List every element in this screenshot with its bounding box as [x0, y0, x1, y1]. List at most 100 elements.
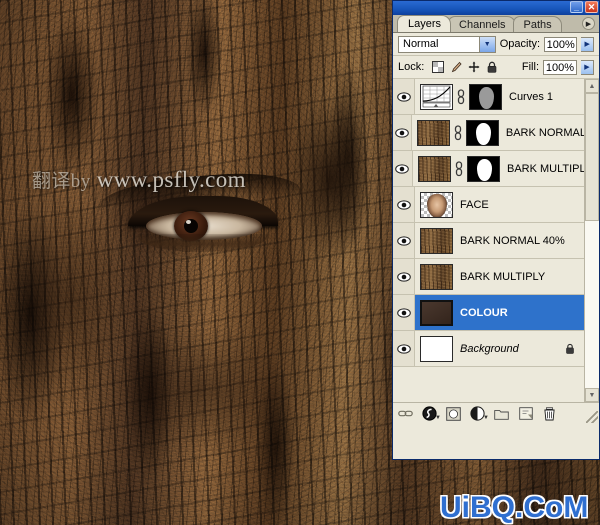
scroll-down-arrow-icon[interactable]: ▼ [585, 388, 599, 402]
table-row[interactable]: COLOUR [393, 295, 584, 331]
adjustment-dropdown-arrow-icon[interactable]: ▼ [483, 415, 489, 421]
fill-slider-arrow-icon[interactable]: ▶ [581, 60, 594, 75]
eye-icon [397, 308, 411, 318]
eye-icon [397, 272, 411, 282]
layer-name[interactable]: Curves 1 [509, 91, 553, 103]
layer-mask-icon[interactable] [446, 406, 461, 421]
panel-resize-grip[interactable] [586, 411, 598, 423]
layer-name[interactable]: BARK NORMAL 40% [460, 235, 565, 247]
link-icon[interactable] [454, 161, 464, 177]
panel-titlebar[interactable]: _ ✕ [393, 1, 599, 15]
lock-image-pixels-icon[interactable] [450, 61, 462, 73]
layer-visibility-toggle[interactable] [393, 331, 415, 366]
lock-label: Lock: [398, 61, 424, 73]
layer-thumbnail[interactable] [418, 156, 451, 182]
layer-visibility-toggle[interactable] [393, 151, 413, 186]
table-row[interactable]: BARK MULTIPLY [393, 151, 584, 187]
layer-visibility-toggle[interactable] [393, 115, 412, 150]
layer-name[interactable]: COLOUR [460, 307, 508, 319]
table-row[interactable]: BARK NORMAL 40% [393, 223, 584, 259]
lock-transparency-icon[interactable] [432, 61, 444, 73]
mask-face-shape [477, 159, 492, 181]
layer-name[interactable]: BARK MULTIPLY [507, 163, 584, 175]
new-layer-icon[interactable] [518, 406, 533, 421]
new-group-folder-icon[interactable] [494, 406, 509, 421]
layer-name[interactable]: BARK NORMAL ... [506, 127, 584, 139]
panel-menu-icon[interactable]: ▶ [582, 17, 595, 30]
delete-layer-trash-icon[interactable] [542, 406, 557, 421]
lock-fill-row: Lock: Fill: 100% ▶ [393, 56, 599, 79]
fx-dropdown-arrow-icon[interactable]: ▼ [435, 415, 441, 421]
lock-position-icon[interactable] [468, 61, 480, 73]
layer-thumbnail[interactable] [420, 336, 453, 362]
eye-icon [397, 236, 411, 246]
layer-thumbnail[interactable] [420, 300, 453, 326]
eye-icon [395, 164, 409, 174]
titlebar-buttons: _ ✕ [570, 1, 598, 13]
eye-icon [397, 200, 411, 210]
table-row[interactable]: Background [393, 331, 584, 367]
table-row[interactable]: Curves 1 [393, 79, 584, 115]
fill-label: Fill: [522, 61, 539, 73]
layer-style-fx-icon[interactable]: ▼ [422, 406, 437, 421]
minimize-button[interactable]: _ [570, 1, 583, 13]
link-icon[interactable] [456, 89, 466, 105]
face-photo-thumb [427, 194, 447, 218]
tab-channels[interactable]: Channels [448, 16, 515, 32]
chevron-down-icon[interactable]: ▼ [479, 37, 495, 52]
layers-panel-toolbar: ▼ ▼ [393, 402, 599, 424]
scrollbar-track[interactable] [585, 93, 599, 388]
watermark-psfly-url: www.psfly.com [97, 167, 246, 192]
layer-name[interactable]: BARK MULTIPLY [460, 271, 545, 283]
layer-mask-thumbnail[interactable] [467, 156, 500, 182]
mask-face-shape [476, 123, 491, 145]
link-icon[interactable] [453, 125, 463, 141]
blend-opacity-row: Normal ▼ Opacity: 100% ▶ [393, 33, 599, 56]
lock-icon-group [432, 61, 498, 73]
opacity-label: Opacity: [500, 38, 540, 50]
layers-list: Curves 1 BARK NORMAL ... BAR [393, 79, 584, 402]
panel-tabstrip: Layers Channels Paths ▶ [393, 15, 599, 33]
table-row[interactable]: FACE [393, 187, 584, 223]
blend-mode-value: Normal [403, 38, 438, 50]
watermark-psfly-cn: 翻译by [32, 171, 91, 192]
layer-thumbnail[interactable] [417, 120, 450, 146]
lock-all-icon[interactable] [486, 61, 498, 73]
layer-visibility-toggle[interactable] [393, 187, 415, 222]
layer-name[interactable]: FACE [460, 199, 489, 211]
close-button[interactable]: ✕ [585, 1, 598, 13]
fill-value[interactable]: 100% [543, 60, 577, 75]
mask-face-shape [479, 87, 494, 109]
layer-mask-thumbnail[interactable] [469, 84, 502, 110]
adjustment-layer-icon[interactable]: ▼ [470, 406, 485, 421]
eye-icon [395, 128, 409, 138]
layer-visibility-toggle[interactable] [393, 295, 415, 330]
layer-visibility-toggle[interactable] [393, 79, 415, 114]
layer-thumbnail[interactable] [420, 228, 453, 254]
layer-locked-icon [565, 343, 575, 355]
layers-scrollbar[interactable]: ▲ ▼ [584, 79, 599, 402]
eye-icon [397, 344, 411, 354]
tab-paths[interactable]: Paths [513, 16, 562, 32]
layer-name[interactable]: Background [460, 343, 519, 355]
table-row[interactable]: BARK MULTIPLY [393, 259, 584, 295]
layers-list-area: Curves 1 BARK NORMAL ... BAR [393, 79, 599, 402]
layer-visibility-toggle[interactable] [393, 259, 415, 294]
layer-thumbnail[interactable] [420, 192, 453, 218]
watermark-uibq: UiBQ.CoM [440, 491, 588, 525]
scrollbar-thumb[interactable] [585, 93, 599, 221]
watermark-psfly: 翻译by www.psfly.com [32, 166, 246, 193]
link-layers-icon[interactable] [398, 406, 413, 421]
scroll-up-arrow-icon[interactable]: ▲ [585, 79, 599, 93]
blend-mode-select[interactable]: Normal ▼ [398, 36, 496, 53]
layer-visibility-toggle[interactable] [393, 223, 415, 258]
opacity-slider-arrow-icon[interactable]: ▶ [581, 37, 594, 52]
layer-thumbnail[interactable] [420, 84, 453, 110]
layers-panel-window: _ ✕ Layers Channels Paths ▶ Normal ▼ Opa… [392, 0, 600, 460]
table-row[interactable]: BARK NORMAL ... [393, 115, 584, 151]
tab-layers[interactable]: Layers [397, 15, 451, 32]
layer-thumbnail[interactable] [420, 264, 453, 290]
eye-icon [397, 92, 411, 102]
layer-mask-thumbnail[interactable] [466, 120, 499, 146]
opacity-value[interactable]: 100% [544, 37, 577, 52]
